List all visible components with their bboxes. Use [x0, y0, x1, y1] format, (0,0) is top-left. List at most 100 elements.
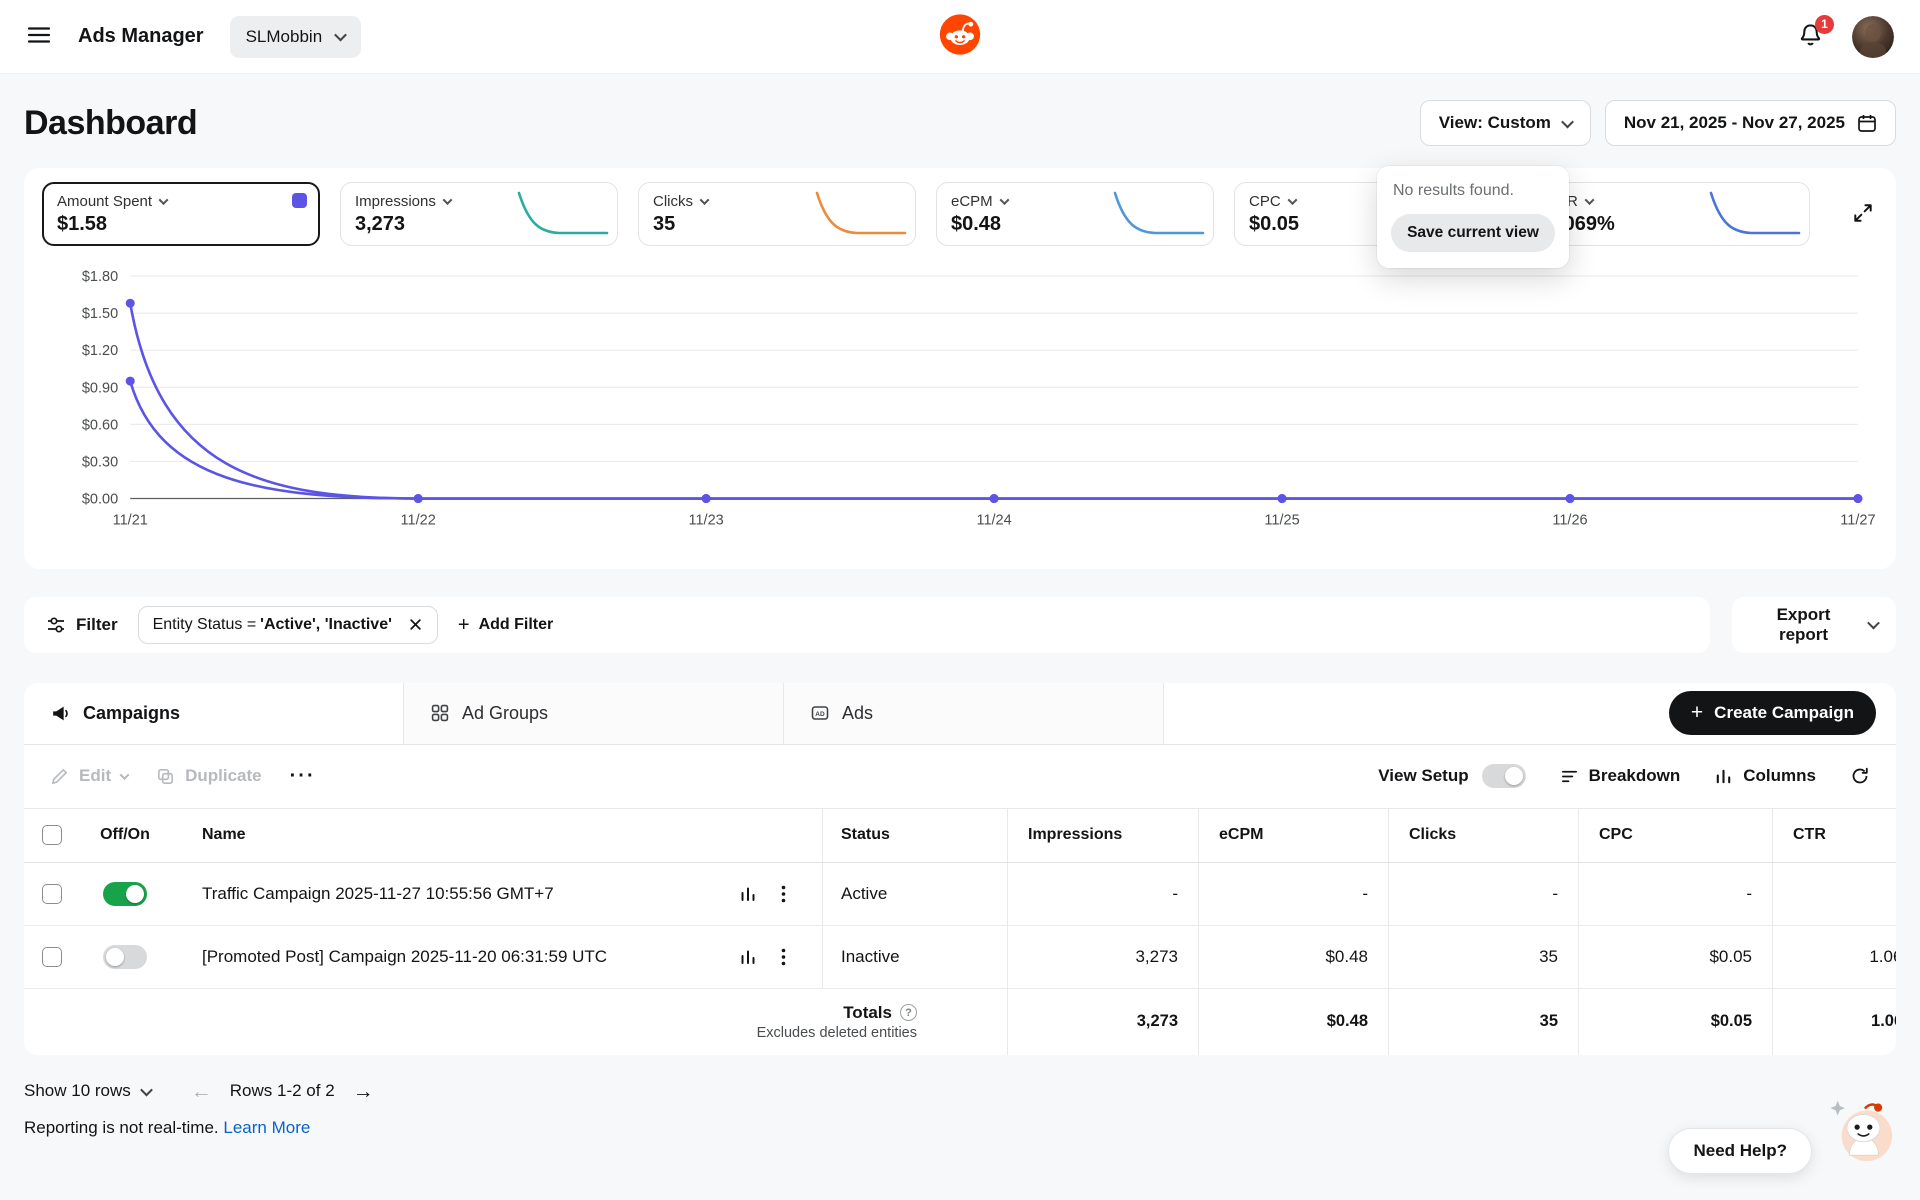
campaign-on-off-toggle[interactable] — [103, 944, 147, 969]
rows-per-page-selector[interactable]: Show 10 rows — [24, 1081, 153, 1101]
filter-button[interactable]: Filter — [46, 615, 118, 635]
ecpm-value: $0.48 — [1198, 925, 1388, 988]
chevron-down-icon — [1287, 194, 1298, 205]
row-menu-button[interactable] — [779, 946, 788, 968]
columns-bars-icon — [1717, 769, 1731, 783]
tab-campaigns[interactable]: Campaigns — [24, 682, 404, 744]
status-value: Inactive — [822, 925, 1007, 988]
svg-text:$1.20: $1.20 — [82, 343, 118, 359]
pencil-icon — [51, 768, 68, 784]
export-report-label: Export report — [1776, 604, 1831, 644]
reddit-logo — [938, 12, 982, 61]
need-help-button[interactable]: Need Help? — [1668, 1128, 1812, 1174]
row-checkbox[interactable] — [42, 946, 62, 967]
totals-clicks: 35 — [1388, 988, 1578, 1055]
toggle-knob — [1504, 767, 1523, 786]
filter-chip-entity-status[interactable]: Entity Status = 'Active', 'Inactive' — [137, 605, 438, 644]
reporting-note-text: Reporting is not real-time. — [24, 1117, 219, 1137]
breakdown-label: Breakdown — [1588, 766, 1681, 786]
totals-row: Totals ? Excludes deleted entities 3,273… — [24, 988, 1896, 1055]
save-current-view-button[interactable]: Save current view — [1391, 214, 1555, 252]
chevron-down-icon — [334, 28, 348, 42]
metric-card-clicks[interactable]: Clicks 35 — [638, 182, 916, 246]
totals-cpc: $0.05 — [1578, 988, 1772, 1055]
chevron-down-icon — [119, 769, 130, 780]
tab-ad-groups[interactable]: Ad Groups — [404, 682, 784, 744]
svg-text:11/23: 11/23 — [688, 513, 723, 529]
header-cpc: CPC — [1578, 808, 1772, 862]
avatar[interactable] — [1852, 15, 1894, 58]
add-filter-label: Add Filter — [478, 615, 554, 633]
chevron-down-icon — [999, 194, 1010, 205]
metric-label: Impressions — [355, 192, 436, 210]
toggle-knob — [106, 947, 124, 966]
campaign-on-off-toggle[interactable] — [103, 881, 147, 906]
table-toolbar: Edit Duplicate ··· View Setup Breakdown … — [24, 745, 1896, 809]
view-setup-toggle[interactable] — [1481, 764, 1526, 789]
metric-card-ecpm[interactable]: eCPM $0.48 — [936, 182, 1214, 246]
svg-text:$0.30: $0.30 — [82, 454, 118, 470]
campaigns-table: Off/On Name Status Impressions eCPM Clic… — [24, 808, 1896, 1055]
bar-chart-icon — [741, 887, 755, 901]
snoo-mascot — [1826, 1093, 1898, 1172]
metric-label: Amount Spent — [57, 192, 153, 210]
plus-icon: + — [457, 613, 470, 636]
date-range-label: Nov 21, 2025 - Nov 27, 2025 — [1623, 113, 1845, 132]
tab-ads[interactable]: AD Ads — [784, 682, 1164, 744]
series-color-chip — [292, 193, 307, 208]
add-filter-button[interactable]: + Add Filter — [458, 615, 553, 635]
row-chart-button[interactable] — [737, 946, 759, 968]
spend-line-chart: $1.80 $1.50 $1.20 $0.90 $0.60 $0.30 $0.00 11/21… — [82, 269, 1876, 529]
account-selector[interactable]: SLMobbin — [229, 15, 362, 58]
collapse-chart-button[interactable] — [1848, 198, 1878, 231]
svg-text:11/27: 11/27 — [1840, 513, 1875, 529]
remove-filter-button[interactable] — [406, 615, 425, 634]
pagination: Show 10 rows ← Rows 1-2 of 2 → — [24, 1081, 1896, 1102]
ctr-value: 1.069% — [1772, 925, 1896, 988]
row-chart-button[interactable] — [737, 883, 759, 905]
refresh-button[interactable] — [1850, 766, 1870, 786]
notification-badge: 1 — [1815, 14, 1834, 34]
duplicate-button[interactable]: Duplicate — [156, 766, 262, 786]
svg-text:11/26: 11/26 — [1552, 513, 1587, 529]
prev-page-button[interactable]: ← — [191, 1081, 212, 1102]
need-help-label: Need Help? — [1693, 1141, 1787, 1160]
edit-button[interactable]: Edit — [50, 766, 130, 786]
columns-button[interactable]: Columns — [1714, 766, 1816, 786]
duplicate-label: Duplicate — [185, 766, 262, 786]
metric-value: 3,273 — [355, 212, 406, 235]
metrics-chart-card: Amount Spent $1.58 Impressions 3,273 Cli… — [24, 168, 1896, 569]
metric-card-ctr[interactable]: CTR 1.069% — [1532, 182, 1810, 246]
view-setup-label: View Setup — [1378, 766, 1469, 786]
header-ecpm: eCPM — [1198, 808, 1388, 862]
breakdown-button[interactable]: Breakdown — [1560, 766, 1681, 786]
date-range-picker[interactable]: Nov 21, 2025 - Nov 27, 2025 — [1604, 100, 1896, 146]
metric-value: $1.58 — [57, 212, 108, 235]
row-menu-button[interactable] — [779, 883, 788, 905]
export-report-button[interactable]: Export report — [1732, 596, 1896, 653]
metric-card-impressions[interactable]: Impressions 3,273 — [340, 182, 618, 246]
calendar-icon — [1858, 115, 1876, 132]
learn-more-link[interactable]: Learn More — [223, 1118, 310, 1137]
view-selector-button[interactable]: View: Custom — [1419, 100, 1591, 146]
svg-text:11/22: 11/22 — [401, 513, 436, 529]
row-checkbox[interactable] — [42, 883, 62, 904]
select-all-checkbox[interactable] — [42, 825, 62, 846]
metric-card-amount-spent[interactable]: Amount Spent $1.58 — [42, 182, 320, 246]
totals-ecpm: $0.48 — [1198, 988, 1388, 1055]
create-campaign-label: Create Campaign — [1714, 703, 1854, 723]
impressions-value: - — [1007, 862, 1198, 925]
totals-ctr: 1.069% — [1772, 988, 1896, 1055]
svg-text:$1.50: $1.50 — [82, 306, 118, 322]
header-off-on: Off/On — [100, 826, 150, 844]
page-title: Dashboard — [24, 103, 198, 142]
reporting-note: Reporting is not real-time. Learn More — [24, 1118, 1896, 1138]
menu-icon[interactable] — [26, 22, 52, 51]
view-dropdown-popup: No results found. Save current view — [1377, 166, 1569, 268]
help-circle-icon[interactable]: ? — [900, 1004, 917, 1022]
metric-value: $0.48 — [951, 212, 1002, 235]
next-page-button[interactable]: → — [353, 1081, 374, 1102]
create-campaign-button[interactable]: + Create Campaign — [1668, 691, 1876, 736]
notifications-button[interactable]: 1 — [1793, 14, 1834, 56]
more-actions-button[interactable]: ··· — [290, 765, 316, 788]
